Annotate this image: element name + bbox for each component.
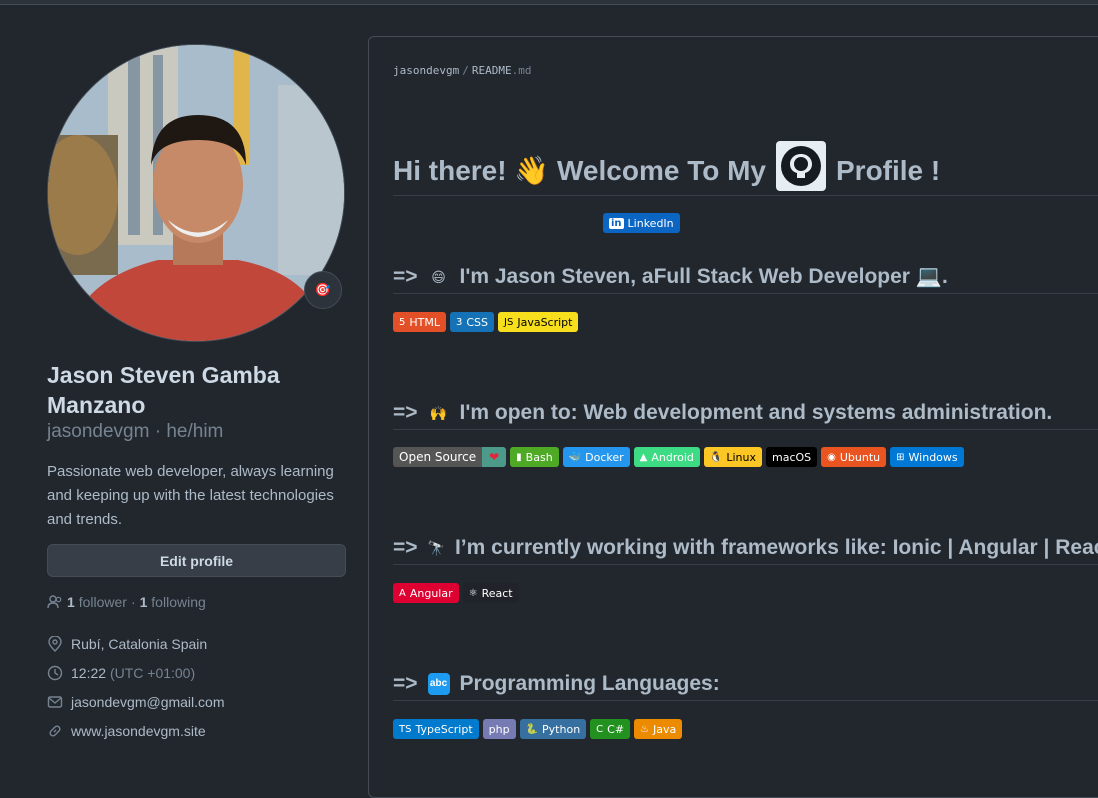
ubuntu-badge[interactable]: ◉ Ubuntu [821,447,887,467]
section-heading-4: => abc Programming Languages: [393,667,1098,701]
c--badge[interactable]: C C# [590,719,631,739]
location-icon [48,636,62,652]
location-text: Rubí, Catalonia Spain [71,636,208,652]
section-heading-1: => 😄 I'm Jason Steven, aFull Stack Web D… [393,260,1098,294]
readme-breadcrumb: jasondevgm / README.md [393,64,532,77]
linux-badge[interactable]: 🐧 Linux [703,447,762,467]
html-badge[interactable]: 5 HTML [393,312,446,332]
bash-logo-icon: ▮ [516,451,522,463]
linkedin-icon: in [609,217,624,229]
edit-profile-button[interactable]: Edit profile [47,544,346,577]
link-icon [49,725,61,737]
react-logo-icon: ⚛ [468,587,478,599]
email-item: jasondevgm@gmail.com [47,694,225,710]
profile-sidebar: 🎯 Jason Steven Gamba Manzano jasondevgm … [0,5,368,776]
javascript-badge[interactable]: JS JavaScript [498,312,579,332]
python-badge[interactable]: 🐍 Python [519,719,587,739]
python-logo-icon: 🐍 [525,723,539,735]
avatar[interactable] [47,44,345,342]
title-text-pre: Hi there! 👋 Welcome To My [393,155,766,186]
title-text-post: Profile ! [836,155,941,186]
section-heading-2: => 🙌 I'm open to: Web development and sy… [393,396,1098,430]
angular-badge[interactable]: A Angular [393,583,459,603]
web-badges-row: 5 HTML 3 CSS JS JavaScript [393,312,579,332]
people-icon [47,595,62,609]
javascript-logo-icon: JS [504,316,514,328]
website-item: www.jasondevgm.site [47,723,206,739]
abc-emoji-icon: abc [427,672,450,695]
profile-fullname: Jason Steven Gamba Manzano [47,362,280,418]
css-badge[interactable]: 3 CSS [450,312,495,332]
crumb-file-link[interactable]: README.md [472,64,532,77]
macos-badge[interactable]: macOS [765,447,818,467]
telescope-emoji-icon: 🔭 [427,539,445,556]
android-logo-icon: ▲ [639,451,648,463]
android-badge[interactable]: ▲ Android [633,447,700,467]
open-source-badge[interactable]: Open Source ❤ [393,447,507,467]
linkedin-badge[interactable]: in LinkedIn [603,213,680,233]
windows-badge[interactable]: ⊞ Windows [890,447,964,467]
docker-badge[interactable]: 🐳 Docker [562,447,630,467]
typescript-logo-icon: TS [399,723,412,735]
angular-logo-icon: A [399,587,406,599]
following-link[interactable]: 1 following [140,594,206,610]
php-badge[interactable]: php [482,719,516,739]
target-icon: 🎯 [314,282,332,297]
clock-icon [47,665,63,681]
tools-badges-row: Open Source ❤ ▮ Bash 🐳 Docker ▲ Android 🐧 Linux… [393,447,964,467]
heart-icon: ❤ [482,447,507,467]
github-logo-icon [776,141,826,191]
raised-hands-emoji-icon: 🙌 [429,404,448,421]
location-item: Rubí, Catalonia Spain [47,636,207,652]
ubuntu-logo-icon: ◉ [827,451,836,463]
localtime-text: 12:22 [71,665,107,681]
section-heading-3: => 🔭 I’m currently working with framewor… [393,531,1098,565]
bash-badge[interactable]: ▮ Bash [510,447,559,467]
html-logo-icon: 5 [399,316,406,328]
windows-logo-icon: ⊞ [896,451,905,463]
avatar-wrap: 🎯 [47,44,345,342]
set-status-button[interactable]: 🎯 [304,271,342,309]
crumb-user-link[interactable]: jasondevgm [393,64,459,77]
mail-icon [47,696,63,708]
profile-bio: Passionate web developer, always learnin… [47,463,334,528]
followers-link[interactable]: 1 follower [67,594,127,610]
readme-title: Hi there! 👋 Welcome To My Profile ! [393,130,1098,196]
css-logo-icon: 3 [456,316,463,328]
java-logo-icon: ♨ [640,723,650,735]
timezone-text: (UTC +01:00) [109,665,196,681]
website-link[interactable]: www.jasondevgm.site [71,723,206,739]
linkedin-badge-row: in LinkedIn [603,213,680,233]
linux-logo-icon: 🐧 [709,451,723,463]
c--logo-icon: C [596,723,604,735]
follow-stats: 1 follower · 1 following [47,594,206,610]
docker-logo-icon: 🐳 [568,451,582,463]
react-badge[interactable]: ⚛ React [462,583,519,603]
profile-handle: jasondevgm · he/him [47,421,224,442]
avatar-photo [48,45,344,341]
java-badge[interactable]: ♨ Java [634,719,683,739]
frameworks-badges-row: A Angular ⚛ React [393,583,519,603]
email-link[interactable]: jasondevgm@gmail.com [71,694,225,710]
languages-badges-row: TS TypeScript php 🐍 Python C C# ♨ Java [393,719,683,739]
typescript-badge[interactable]: TS TypeScript [393,719,479,739]
localtime-item: 12:22 (UTC +01:00) [47,665,195,681]
smile-emoji-icon: 😄 [431,268,446,285]
